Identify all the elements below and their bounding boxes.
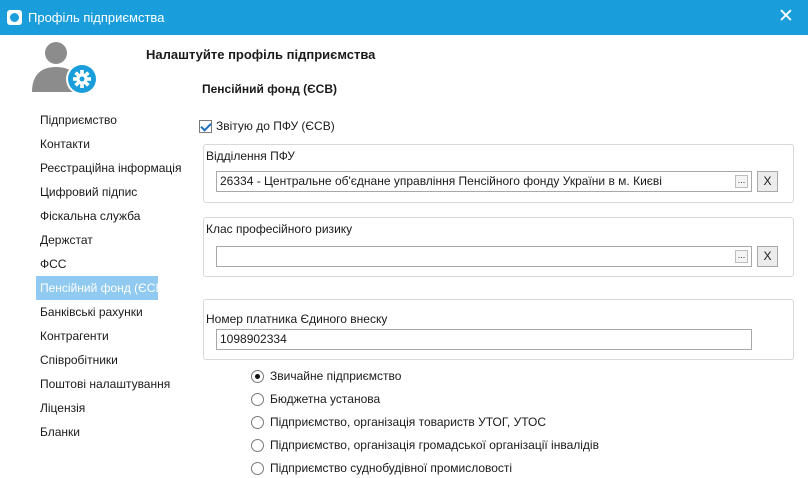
pfu-branch-field[interactable]: 26334 - Центральне об'єднане управління … <box>216 171 752 192</box>
radio-budget[interactable] <box>251 392 264 406</box>
enterprise-type-budget[interactable]: Бюджетна установа <box>251 390 380 408</box>
close-button[interactable]: ✕ <box>772 5 800 29</box>
sidebar-item-fiscal-service[interactable]: Фіскальна служба <box>36 204 158 228</box>
title-bar: Профіль підприємства ✕ <box>0 0 808 35</box>
sidebar-item-employees[interactable]: Співробітники <box>36 348 158 372</box>
radio-utog-utos-label: Підприємство, організація товариств УТОГ… <box>270 415 546 429</box>
user-settings-icon <box>32 42 98 95</box>
sidebar-item-license[interactable]: Ліцензія <box>36 396 158 420</box>
sidebar-item-fss[interactable]: ФСС <box>36 252 158 276</box>
app-logo-icon <box>7 10 22 25</box>
window-title: Профіль підприємства <box>28 10 165 25</box>
radio-utog-utos[interactable] <box>251 415 264 429</box>
sidebar-item-forms[interactable]: Бланки <box>36 420 158 444</box>
pfu-branch-clear-button[interactable]: X <box>757 171 778 192</box>
risk-class-browse-button[interactable]: ... <box>735 250 748 263</box>
sidebar-item-enterprise[interactable]: Підприємство <box>36 108 158 132</box>
sidebar-item-registration-info[interactable]: Реєстраційна інформація <box>36 156 181 180</box>
report-to-pfu-label: Звітую до ПФУ (ЄСВ) <box>216 119 335 133</box>
pfu-branch-group: Відділення ПФУ 26334 - Центральне об'єдн… <box>203 144 794 203</box>
payer-number-value: 1098902334 <box>220 332 287 346</box>
risk-class-field[interactable]: ... <box>216 246 752 267</box>
sidebar-item-pension-fund[interactable]: Пенсійний фонд (ЄСВ) <box>36 276 167 300</box>
enterprise-type-ordinary[interactable]: Звичайне підприємство <box>251 367 401 385</box>
section-title: Пенсійний фонд (ЄСВ) <box>202 82 337 96</box>
sidebar-item-digital-signature[interactable]: Цифровий підпис <box>36 180 158 204</box>
radio-ordinary[interactable] <box>251 369 264 383</box>
risk-class-clear-button[interactable]: X <box>757 246 778 267</box>
pfu-branch-label: Відділення ПФУ <box>206 149 295 163</box>
sidebar-item-counterparties[interactable]: Контрагенти <box>36 324 158 348</box>
payer-number-input[interactable]: 1098902334 <box>216 329 752 350</box>
risk-class-group: Клас професійного ризику ... X <box>203 217 794 277</box>
enterprise-type-utog-utos[interactable]: Підприємство, організація товариств УТОГ… <box>251 413 546 431</box>
sidebar-item-mail-settings[interactable]: Поштові налаштування <box>36 372 170 396</box>
sidebar-nav: Підприємство Контакти Реєстраційна інфор… <box>36 108 181 444</box>
enterprise-type-shipbuilding[interactable]: Підприємство суднобудівної промисловості <box>251 459 512 477</box>
pfu-branch-browse-button[interactable]: ... <box>735 175 748 188</box>
radio-shipbuilding[interactable] <box>251 461 264 475</box>
page-heading: Налаштуйте профіль підприємства <box>146 47 376 62</box>
sidebar-item-derzhstat[interactable]: Держстат <box>36 228 158 252</box>
radio-shipbuilding-label: Підприємство суднобудівної промисловості <box>270 461 513 475</box>
sidebar-item-bank-accounts[interactable]: Банківські рахунки <box>36 300 158 324</box>
report-to-pfu-checkbox[interactable] <box>199 119 212 133</box>
pfu-branch-value: 26334 - Центральне об'єднане управління … <box>220 174 662 188</box>
radio-disabled-org[interactable] <box>251 438 264 452</box>
radio-budget-label: Бюджетна установа <box>270 392 381 406</box>
risk-class-label: Клас професійного ризику <box>206 222 353 236</box>
payer-number-label: Номер платника Єдиного внеску <box>206 312 388 326</box>
radio-disabled-org-label: Підприємство, організація громадської ор… <box>270 438 599 452</box>
sidebar-item-contacts[interactable]: Контакти <box>36 132 158 156</box>
payer-number-group: Номер платника Єдиного внеску 1098902334 <box>203 299 794 360</box>
radio-ordinary-label: Звичайне підприємство <box>270 369 402 383</box>
report-to-pfu-row[interactable]: Звітую до ПФУ (ЄСВ) <box>199 118 335 134</box>
enterprise-type-disabled-org[interactable]: Підприємство, організація громадської ор… <box>251 436 599 454</box>
